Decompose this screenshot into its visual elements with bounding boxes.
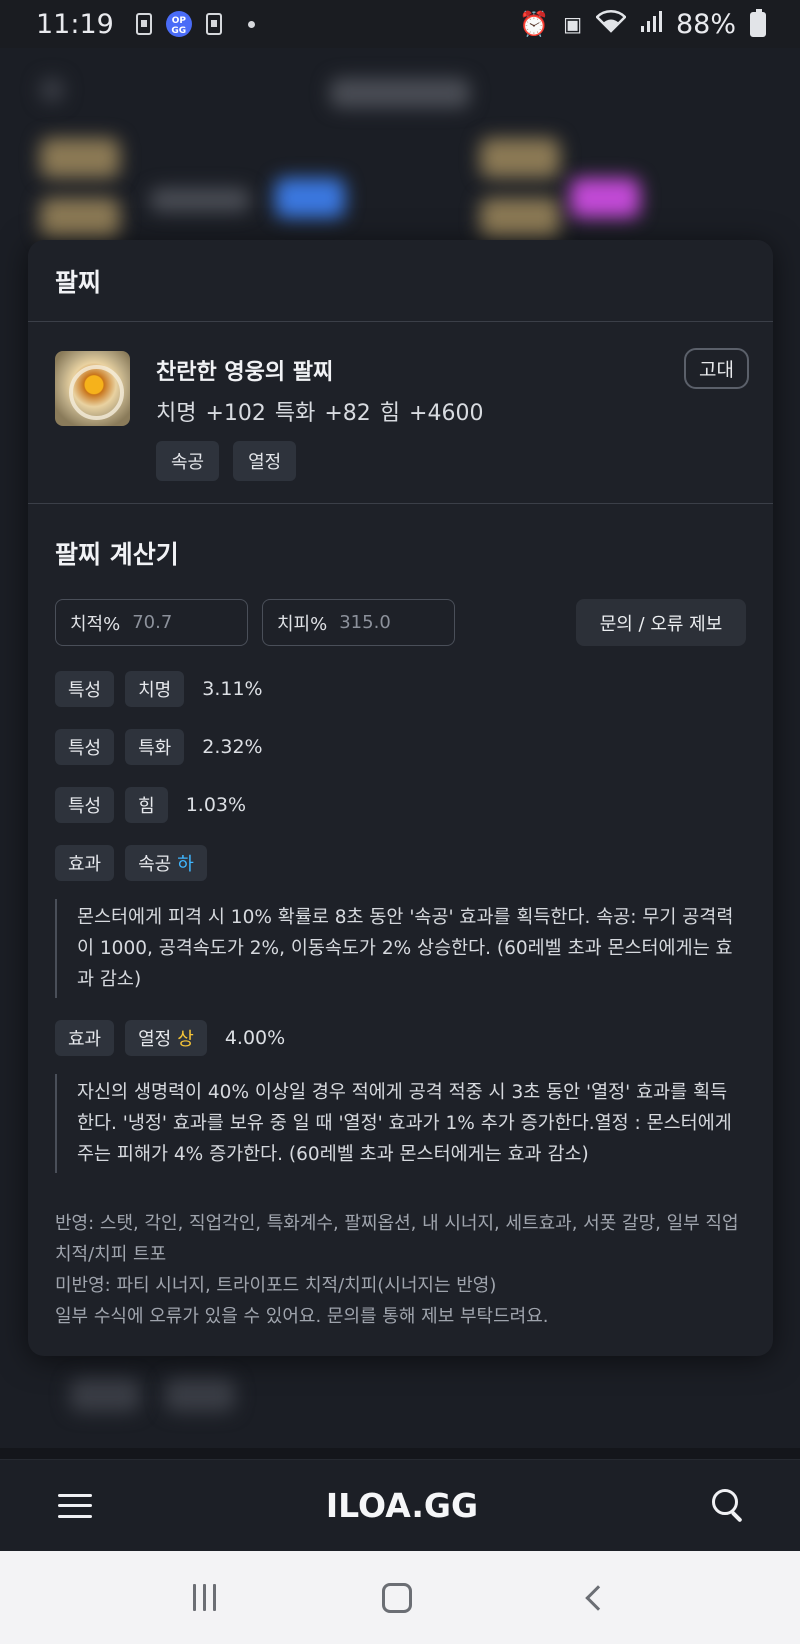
bracelet-modal: 팔찌 찬란한 영웅의 팔찌 치명 +102 특화 +82 힘 +4600 속공 … bbox=[28, 240, 773, 1356]
item-stats: 치명 +102 특화 +82 힘 +4600 bbox=[156, 401, 484, 426]
trait-value: 2.32% bbox=[202, 735, 263, 758]
blurred-gem bbox=[275, 178, 345, 218]
trait-type-chip: 특성 bbox=[55, 670, 115, 707]
crit-rate-label: 치적% bbox=[70, 613, 121, 635]
blurred-title bbox=[330, 78, 470, 108]
note-line: 반영: 스탯, 각인, 직업각인, 특화계수, 팔찌옵션, 내 시너지, 세트효… bbox=[55, 1213, 739, 1265]
blurred-gem bbox=[570, 178, 640, 218]
effect-description: 몬스터에게 피격 시 10% 확률로 8초 동안 '속공' 효과를 획득한다. … bbox=[55, 899, 735, 998]
brand-logo[interactable]: ILOA.GG bbox=[326, 1486, 478, 1525]
blurred-item bbox=[40, 138, 120, 178]
crit-damage-value[interactable]: 315.0 bbox=[339, 612, 391, 633]
item-tag: 속공 bbox=[156, 441, 220, 481]
status-time: 11:19 bbox=[36, 8, 114, 40]
home-icon[interactable] bbox=[382, 1582, 413, 1613]
alarm-icon: ⏰ bbox=[519, 10, 550, 38]
effect-row: 효과 열정 상 4.00% bbox=[55, 1019, 746, 1056]
effect-name: 열정 bbox=[138, 1028, 172, 1050]
grade-badge: 고대 bbox=[684, 348, 749, 389]
back-icon[interactable] bbox=[585, 1584, 611, 1611]
calculator-title: 팔찌 계산기 bbox=[55, 540, 179, 569]
trait-row: 특성 특화 2.32% bbox=[55, 728, 746, 765]
trait-row: 특성 치명 3.11% bbox=[55, 670, 746, 707]
effect-name: 속공 bbox=[138, 853, 172, 875]
crit-damage-field[interactable]: 치피% 315.0 bbox=[262, 599, 455, 646]
status-left: 11:19 OP GG bbox=[36, 9, 255, 40]
item-name: 찬란한 영웅의 팔찌 bbox=[156, 360, 334, 385]
effect-name-chip: 속공 하 bbox=[125, 844, 207, 881]
calculator-notes: 반영: 스탯, 각인, 직업각인, 특화계수, 팔찌옵션, 내 시너지, 세트효… bbox=[55, 1208, 745, 1332]
trait-name-chip: 치명 bbox=[125, 670, 185, 707]
sim-card-icon bbox=[135, 13, 152, 35]
app-bar: ILOA.GG bbox=[0, 1459, 800, 1551]
effect-name-chip: 열정 상 bbox=[125, 1019, 207, 1056]
effect-grade: 상 bbox=[177, 1028, 194, 1050]
blurred-tab bbox=[70, 1378, 140, 1412]
bracelet-icon bbox=[55, 351, 130, 426]
item-tags: 속공 열정 bbox=[156, 441, 297, 481]
wifi-icon bbox=[595, 9, 627, 39]
modal-title: 팔찌 bbox=[55, 267, 102, 297]
crit-damage-label: 치피% bbox=[277, 613, 328, 635]
trait-value: 1.03% bbox=[185, 793, 247, 816]
effect-description: 자신의 생명력이 40% 이상일 경우 적에게 공격 적중 시 3초 동안 '열… bbox=[55, 1074, 735, 1173]
blurred-tab bbox=[165, 1378, 235, 1412]
crit-rate-value[interactable]: 70.7 bbox=[132, 612, 172, 633]
effect-row: 효과 속공 하 bbox=[55, 844, 746, 881]
effect-value: 4.00% bbox=[224, 1026, 286, 1049]
modal-header: 팔찌 bbox=[28, 240, 773, 322]
trait-row: 특성 힘 1.03% bbox=[55, 786, 746, 823]
calculator-inputs: 치적% 70.7 치피% 315.0 문의 / 오류 제보 bbox=[55, 599, 746, 646]
trait-name-chip: 특화 bbox=[125, 728, 185, 765]
battery-saver-icon: ▣ bbox=[563, 12, 582, 36]
bracelet-calculator: 팔찌 계산기 치적% 70.7 치피% 315.0 문의 / 오류 제보 특성 … bbox=[28, 504, 773, 1332]
battery-charging-icon bbox=[750, 8, 766, 37]
back-arrow-icon bbox=[40, 78, 64, 102]
blurred-item bbox=[480, 198, 560, 238]
blurred-text bbox=[150, 188, 250, 212]
trait-type-chip: 특성 bbox=[55, 728, 115, 765]
note-line: 일부 수식에 오류가 있을 수 있어요. 문의를 통해 제보 부탁드려요. bbox=[55, 1306, 549, 1327]
item-tag: 열정 bbox=[233, 441, 297, 481]
crit-rate-field[interactable]: 치적% 70.7 bbox=[55, 599, 248, 646]
trait-name-chip: 힘 bbox=[125, 786, 168, 823]
trait-type-chip: 특성 bbox=[55, 786, 115, 823]
search-icon[interactable] bbox=[711, 1488, 746, 1523]
status-bar: 11:19 OP GG ⏰ ▣ 88% bbox=[0, 0, 800, 48]
blurred-item bbox=[480, 138, 560, 178]
effect-grade: 하 bbox=[177, 853, 194, 875]
effect-type-chip: 효과 bbox=[55, 1019, 115, 1056]
hamburger-menu-icon[interactable] bbox=[58, 1493, 92, 1518]
blurred-item bbox=[40, 198, 120, 238]
status-right: ⏰ ▣ 88% bbox=[519, 8, 766, 40]
notification-dot-icon bbox=[247, 20, 255, 28]
sim-card-icon bbox=[205, 13, 222, 35]
system-nav-bar bbox=[0, 1551, 800, 1644]
battery-percent: 88% bbox=[675, 8, 736, 40]
effect-type-chip: 효과 bbox=[55, 844, 115, 881]
item-summary: 찬란한 영웅의 팔찌 치명 +102 특화 +82 힘 +4600 속공 열정 … bbox=[28, 322, 773, 504]
signal-icon bbox=[640, 10, 662, 38]
report-error-button[interactable]: 문의 / 오류 제보 bbox=[576, 599, 746, 646]
recent-apps-icon[interactable] bbox=[193, 1584, 217, 1611]
trait-value: 3.11% bbox=[202, 677, 263, 700]
note-line: 미반영: 파티 시너지, 트라이포드 치적/치피(시너지는 반영) bbox=[55, 1275, 497, 1296]
opgg-app-icon: OP GG bbox=[165, 11, 192, 37]
